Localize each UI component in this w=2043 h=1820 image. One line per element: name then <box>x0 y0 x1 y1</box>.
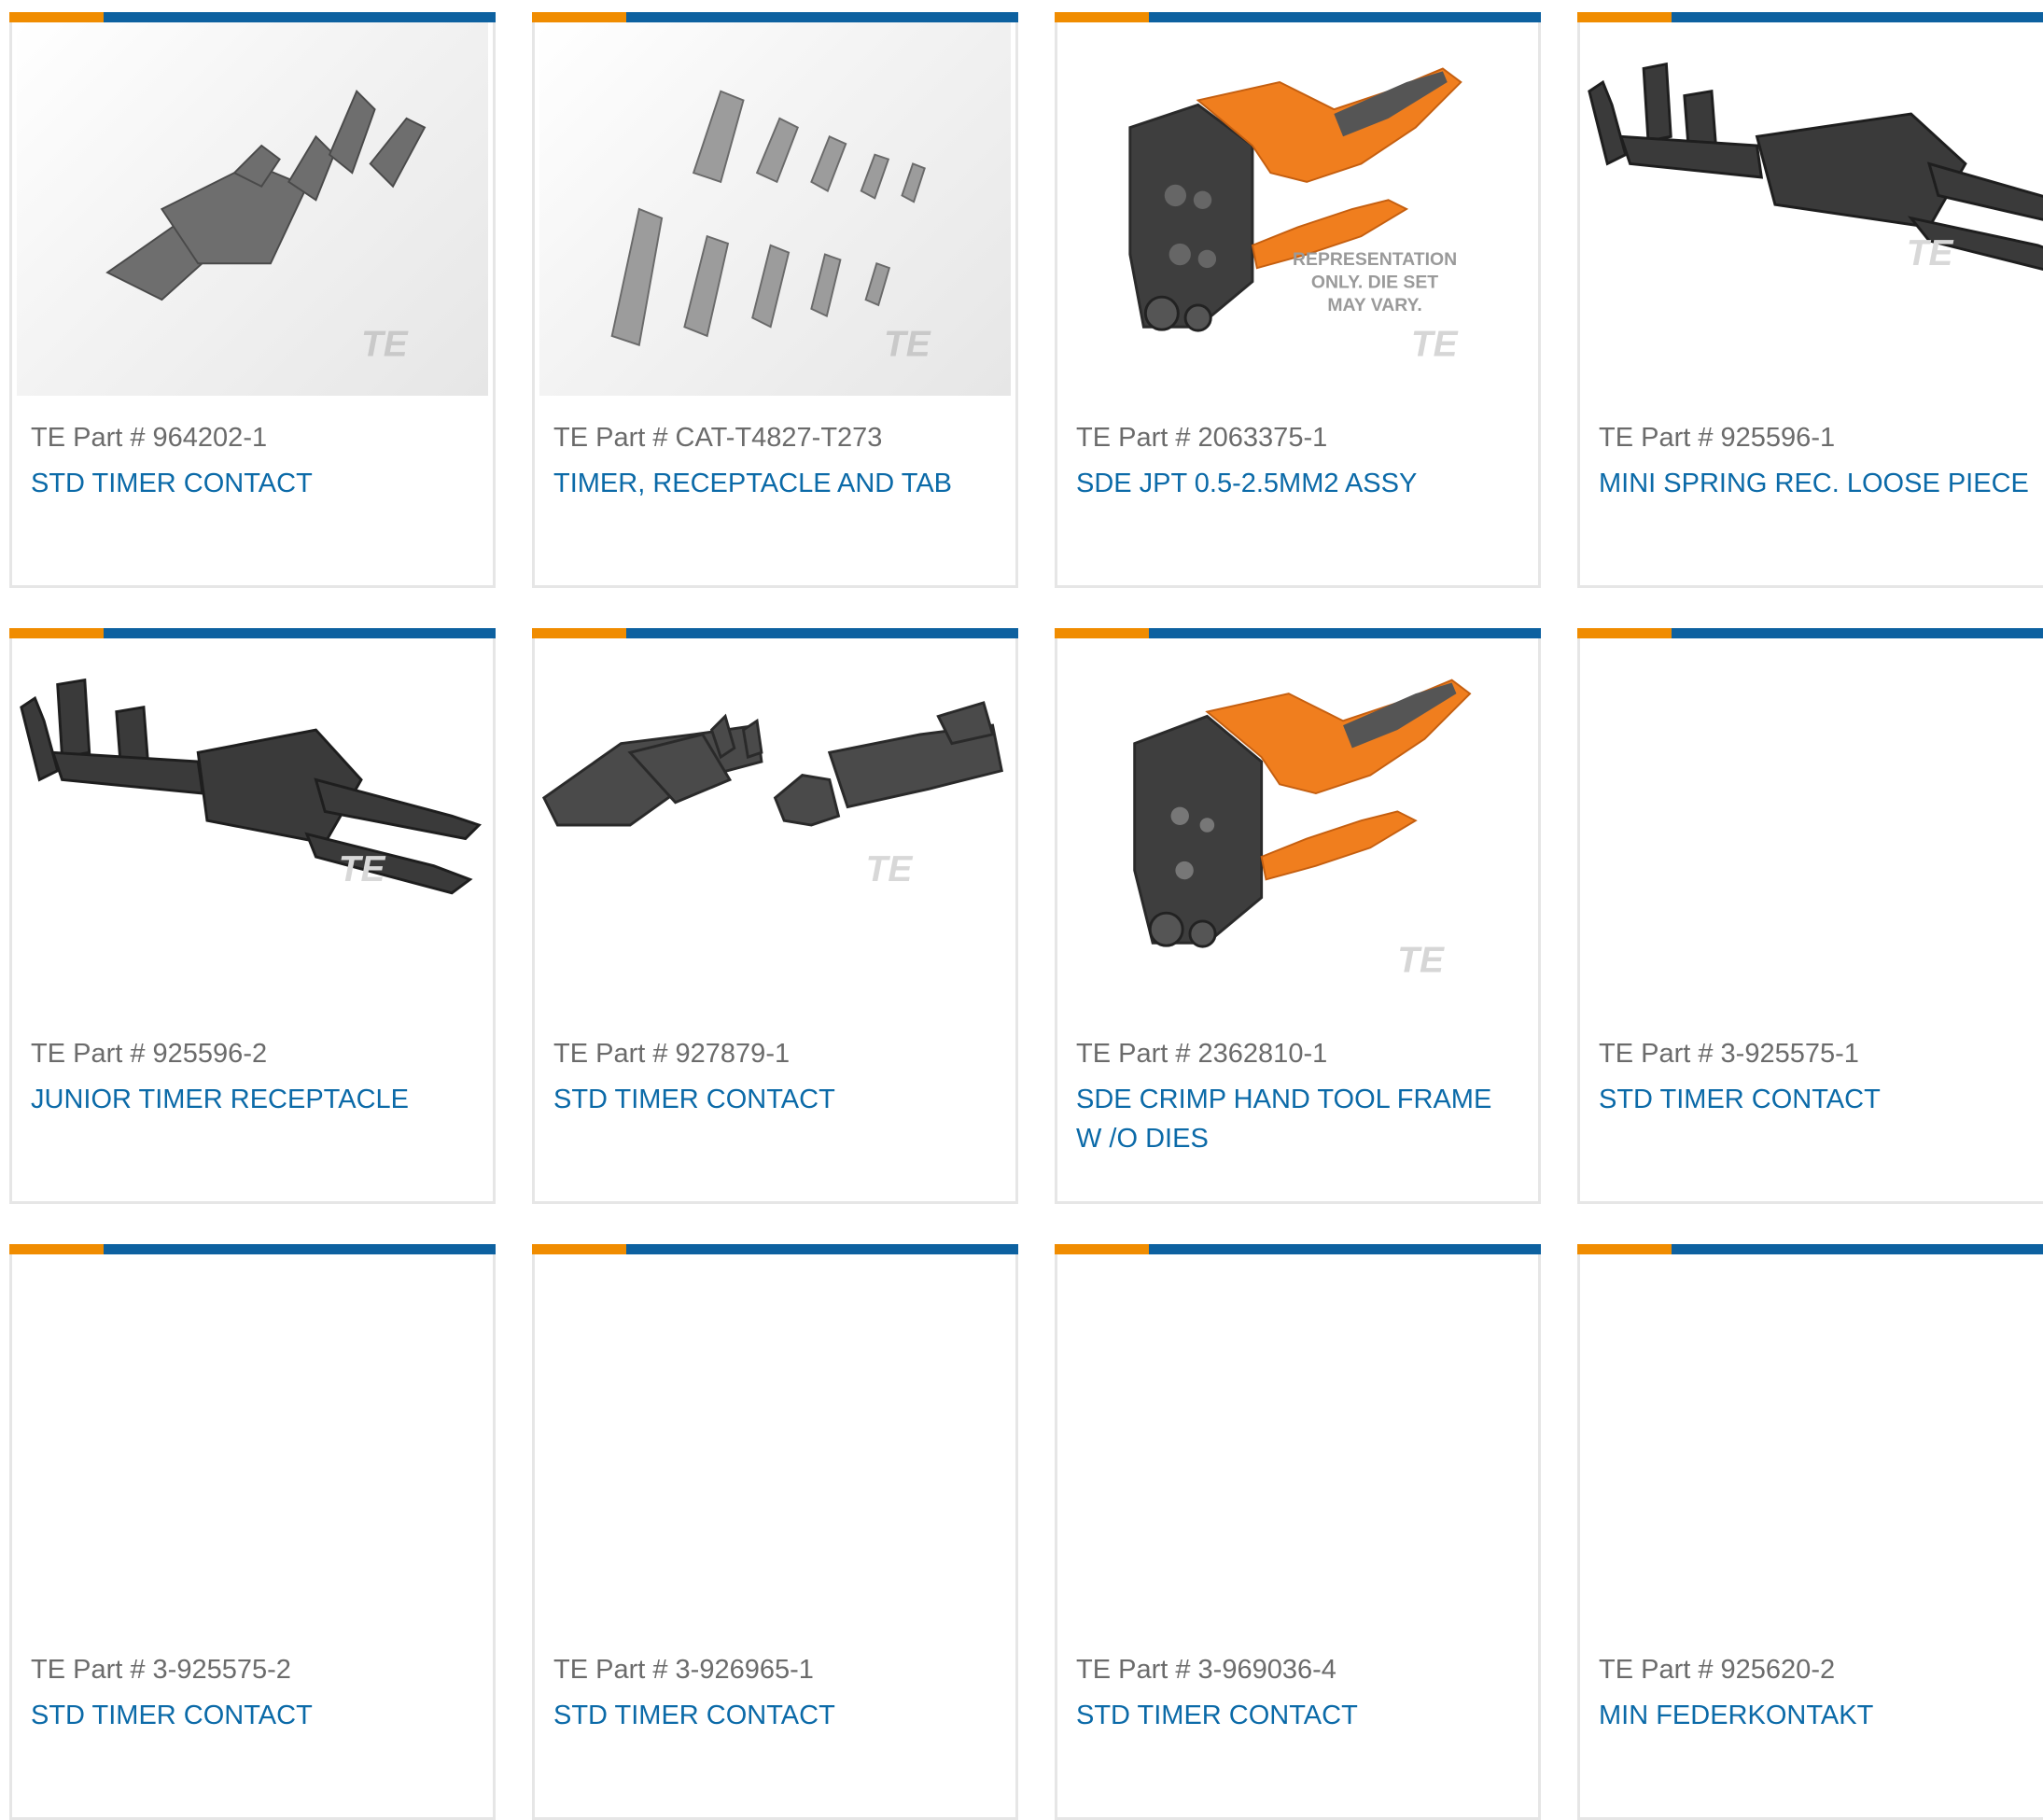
product-card[interactable]: TE TE Part # 964202-1 STD TIMER CONTACT <box>9 12 496 588</box>
product-image[interactable]: TE <box>539 22 1011 396</box>
part-number: TE Part # 2063375-1 <box>1076 423 1328 453</box>
product-title-link[interactable]: TIMER, RECEPTACLE AND TAB <box>553 464 987 503</box>
product-image[interactable]: TE <box>17 638 488 1012</box>
part-number: TE Part # 3-925575-2 <box>31 1655 291 1685</box>
product-photo-crimp-tool: TE <box>1133 679 1472 980</box>
product-title-link[interactable]: SDE JPT 0.5-2.5mm2 ASSY <box>1076 464 1510 503</box>
product-photo-two-contacts: TE <box>541 701 1003 889</box>
product-card[interactable]: TE Part # 3-926965-1 STD TIMER CONTACT <box>532 1244 1018 1820</box>
card-accent-bar <box>532 1244 1018 1254</box>
part-number: TE Part # 3-925575-1 <box>1599 1039 1859 1069</box>
card-accent-bar <box>1577 1244 2043 1254</box>
te-watermark: TE <box>1411 324 1459 364</box>
card-accent-bar <box>1055 12 1541 22</box>
representation-note-line: ONLY. DIE SET <box>1311 272 1438 292</box>
part-number: TE Part # 964202-1 <box>31 423 268 453</box>
product-grid: TE TE Part # 964202-1 STD TIMER CONTACT <box>0 0 2043 1820</box>
product-photo-kit: TE <box>610 90 931 364</box>
te-watermark: TE <box>361 324 409 364</box>
part-number: TE Part # 3-926965-1 <box>553 1655 814 1685</box>
product-image-placeholder[interactable] <box>1585 638 2043 1012</box>
product-photo-contact: TE <box>105 90 427 364</box>
product-card[interactable]: REPRESENTATION ONLY. DIE SET MAY VARY. T… <box>1055 12 1541 588</box>
representation-note-line: REPRESENTATION <box>1293 249 1457 270</box>
product-image[interactable]: TE <box>17 22 488 396</box>
part-number: TE Part # 925596-2 <box>31 1039 268 1069</box>
part-number: TE Part # 925620-2 <box>1599 1655 1836 1685</box>
part-number: TE Part # 3-969036-4 <box>1076 1655 1336 1685</box>
te-watermark: TE <box>884 324 931 364</box>
product-photo-receptacle: TE <box>1588 62 2043 273</box>
product-title-link[interactable]: STD TIMER CONTACT <box>1599 1080 2033 1119</box>
product-card[interactable]: TE TE Part # 925596-2 JUNIOR TIMER RECEP… <box>9 628 496 1204</box>
product-card[interactable]: TE TE Part # 2362810-1 SDE CRIMP HAND TO… <box>1055 628 1541 1204</box>
card-accent-bar <box>1055 628 1541 638</box>
product-image-placeholder[interactable] <box>539 1254 1011 1628</box>
te-watermark: TE <box>866 849 914 889</box>
product-card[interactable]: TE TE Part # 927879-1 STD TIMER CONTACT <box>532 628 1018 1204</box>
product-title-link[interactable]: STD TIMER CONTACT <box>553 1696 987 1735</box>
card-accent-bar <box>9 12 496 22</box>
product-image[interactable]: TE <box>1585 22 2043 396</box>
card-accent-bar <box>9 1244 496 1254</box>
part-number: TE Part # CAT-T4827-T273 <box>553 423 883 453</box>
card-accent-bar <box>532 628 1018 638</box>
card-accent-bar <box>9 628 496 638</box>
product-image[interactable]: TE <box>539 638 1011 1012</box>
part-number: TE Part # 927879-1 <box>553 1039 791 1069</box>
product-photo-crimp-tool: REPRESENTATION ONLY. DIE SET MAY VARY. T… <box>1128 67 1462 364</box>
card-accent-bar <box>532 12 1018 22</box>
product-photo-receptacle: TE <box>20 678 482 895</box>
product-image-placeholder[interactable] <box>1585 1254 2043 1628</box>
product-card[interactable]: TE TE Part # CAT-T4827-T273 TIMER, RECEP… <box>532 12 1018 588</box>
product-card[interactable]: TE Part # 3-925575-2 STD TIMER CONTACT <box>9 1244 496 1820</box>
product-title-link[interactable]: MINI SPRING REC. LOOSE PIECE <box>1599 464 2033 503</box>
product-title-link[interactable]: STD TIMER CONTACT <box>553 1080 987 1119</box>
part-number: TE Part # 925596-1 <box>1599 423 1836 453</box>
product-card[interactable]: TE Part # 3-925575-1 STD TIMER CONTACT <box>1577 628 2043 1204</box>
product-title-link[interactable]: STD TIMER CONTACT <box>1076 1696 1510 1735</box>
product-image-placeholder[interactable] <box>17 1254 488 1628</box>
product-title-link[interactable]: STD TIMER CONTACT <box>31 464 465 503</box>
te-watermark: TE <box>1907 233 1954 273</box>
te-watermark: TE <box>1397 940 1445 980</box>
product-card[interactable]: TE Part # 925620-2 MIN FEDERKONTAKT <box>1577 1244 2043 1820</box>
product-image-placeholder[interactable] <box>1062 1254 1533 1628</box>
product-card[interactable]: TE TE Part # 925596-1 MINI SPRING REC. L… <box>1577 12 2043 588</box>
part-number: TE Part # 2362810-1 <box>1076 1039 1328 1069</box>
product-title-link[interactable]: SDE CRIMP HAND TOOL FRAME W /O DIES <box>1076 1080 1510 1158</box>
product-card[interactable]: TE Part # 3-969036-4 STD TIMER CONTACT <box>1055 1244 1541 1820</box>
product-title-link[interactable]: STD TIMER CONTACT <box>31 1696 465 1735</box>
representation-note-line: MAY VARY. <box>1327 295 1421 315</box>
card-accent-bar <box>1577 12 2043 22</box>
product-title-link[interactable]: JUNIOR TIMER RECEPTACLE <box>31 1080 465 1119</box>
card-accent-bar <box>1055 1244 1541 1254</box>
te-watermark: TE <box>339 849 386 889</box>
card-accent-bar <box>1577 628 2043 638</box>
product-image[interactable]: TE <box>1062 638 1533 1012</box>
product-image[interactable]: REPRESENTATION ONLY. DIE SET MAY VARY. T… <box>1062 22 1533 396</box>
product-title-link[interactable]: MIN FEDERKONTAKT <box>1599 1696 2033 1735</box>
